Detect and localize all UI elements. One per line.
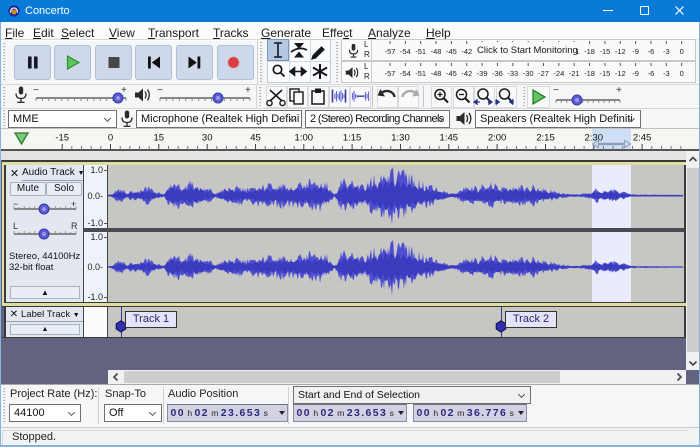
svg-text:-51: -51 [415, 47, 426, 56]
svg-text:2:30: 2:30 [585, 133, 604, 144]
svg-text:1:45: 1:45 [440, 133, 459, 144]
svg-text:−: − [553, 85, 559, 96]
svg-text:-42: -42 [461, 69, 472, 78]
svg-text:L: L [13, 221, 18, 231]
svg-text:-6: -6 [648, 47, 655, 56]
svg-text:-45: -45 [446, 69, 457, 78]
svg-text:30: 30 [202, 133, 213, 144]
svg-text:1:30: 1:30 [391, 133, 410, 144]
svg-text:2:00: 2:00 [488, 133, 507, 144]
svg-text:-3: -3 [663, 47, 670, 56]
svg-text:-3: -3 [663, 69, 670, 78]
svg-text:-33: -33 [507, 69, 518, 78]
svg-text:-30: -30 [523, 69, 534, 78]
svg-text:-24: -24 [553, 69, 564, 78]
svg-text:-54: -54 [400, 69, 411, 78]
svg-text:R: R [71, 221, 78, 231]
svg-text:-36: -36 [492, 69, 503, 78]
svg-text:-18: -18 [584, 69, 595, 78]
svg-text:-21: -21 [569, 69, 580, 78]
svg-text:-42: -42 [461, 47, 472, 56]
svg-text:-15: -15 [599, 69, 610, 78]
svg-text:-45: -45 [446, 47, 457, 56]
svg-text:-54: -54 [400, 47, 411, 56]
svg-text:+: + [71, 199, 76, 209]
svg-text:-12: -12 [615, 47, 626, 56]
svg-text:-9: -9 [632, 69, 639, 78]
svg-text:+: + [616, 85, 622, 96]
svg-text:-57: -57 [385, 47, 396, 56]
svg-text:-48: -48 [431, 69, 442, 78]
svg-text:-12: -12 [615, 69, 626, 78]
svg-text:0: 0 [680, 69, 684, 78]
svg-text:-9: -9 [632, 47, 639, 56]
svg-text:0: 0 [108, 133, 113, 144]
svg-text:2:45: 2:45 [633, 133, 652, 144]
svg-text:-27: -27 [538, 69, 549, 78]
svg-text:-18: -18 [584, 47, 595, 56]
svg-text:0: 0 [680, 47, 684, 56]
svg-text:-51: -51 [415, 69, 426, 78]
svg-text:-39: -39 [477, 69, 488, 78]
svg-text:1:00: 1:00 [295, 133, 314, 144]
svg-text:-48: -48 [431, 47, 442, 56]
svg-text:-6: -6 [648, 69, 655, 78]
svg-text:-15: -15 [599, 47, 610, 56]
svg-text:45: 45 [250, 133, 261, 144]
svg-text:-57: -57 [385, 69, 396, 78]
svg-text:1:15: 1:15 [343, 133, 362, 144]
svg-text:15: 15 [154, 133, 165, 144]
svg-text:2:15: 2:15 [536, 133, 555, 144]
svg-text:-15: -15 [55, 133, 69, 144]
